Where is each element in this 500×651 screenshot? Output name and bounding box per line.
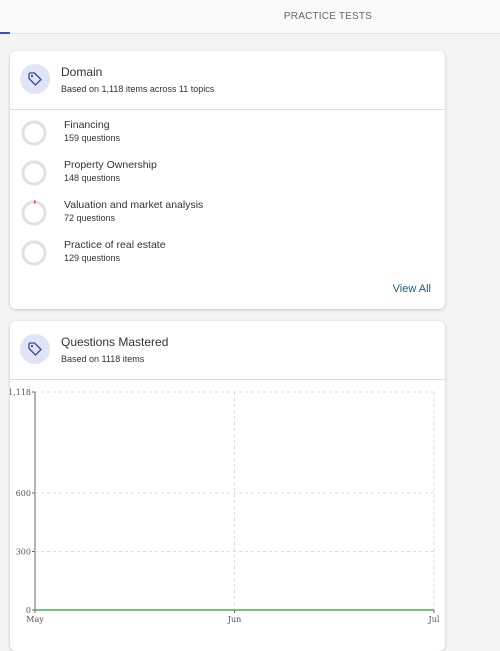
card-title: Questions Mastered	[61, 335, 169, 349]
domain-card-header: Domain Based on 1,118 items across 11 to…	[10, 51, 445, 110]
mastered-card-header: Questions Mastered Based on 1118 items	[10, 321, 445, 380]
view-all-link[interactable]: View All	[393, 283, 431, 295]
questions-mastered-card: Questions Mastered Based on 1118 items 0…	[10, 321, 445, 651]
topic-name: Property Ownership	[64, 159, 157, 171]
topic-count: 129 questions	[64, 253, 121, 263]
progress-ring	[21, 240, 47, 266]
x-tick-label: Jun	[227, 615, 242, 624]
topic-count: 148 questions	[64, 173, 121, 183]
card-subtitle: Based on 1118 items	[61, 354, 145, 364]
progress-ring	[21, 120, 47, 146]
tag-icon	[20, 334, 50, 364]
topic-name: Practice of real estate	[64, 239, 166, 251]
x-tick-label: Jul	[428, 615, 440, 624]
active-tab-indicator	[0, 32, 10, 34]
y-tick-label: 600	[16, 489, 31, 498]
list-item[interactable]: Valuation and market analysis 72 questio…	[10, 199, 445, 235]
tag-icon	[20, 64, 50, 94]
topic-name: Valuation and market analysis	[64, 199, 204, 211]
x-tick-label: May	[26, 615, 44, 624]
list-item[interactable]: Property Ownership 148 questions	[10, 159, 445, 195]
card-subtitle: Based on 1,118 items across 11 topics	[61, 84, 215, 94]
tab-practice-tests[interactable]: PRACTICE TESTS	[258, 0, 398, 34]
list-item[interactable]: Financing 159 questions	[10, 119, 445, 155]
top-tab-bar: PRACTICE TESTS	[0, 0, 500, 34]
topic-count: 159 questions	[64, 133, 121, 143]
card-title: Domain	[61, 65, 103, 79]
topic-count: 72 questions	[64, 213, 116, 223]
y-tick-label: 0	[26, 606, 31, 615]
progress-ring	[21, 160, 47, 186]
domain-card: Domain Based on 1,118 items across 11 to…	[10, 51, 445, 309]
topic-name: Financing	[64, 119, 110, 131]
mastered-line-chart: 0 300 600 1,118 May Jun Jul	[10, 388, 440, 624]
list-item[interactable]: Practice of real estate 129 questions	[10, 239, 445, 275]
progress-ring	[21, 200, 47, 226]
y-tick-label: 1,118	[10, 388, 31, 397]
y-tick-label: 300	[16, 548, 31, 557]
